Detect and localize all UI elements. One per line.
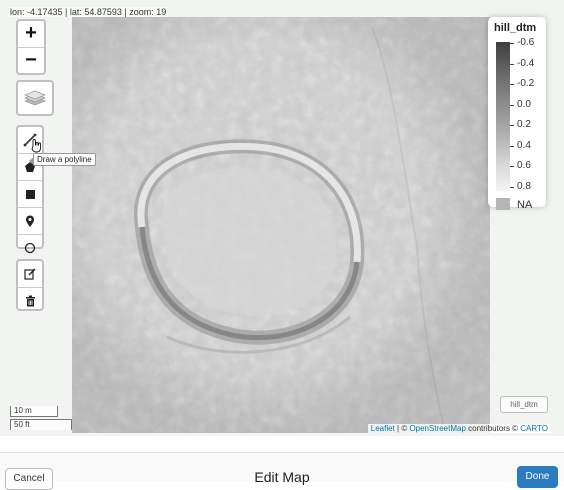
edit-toolbar xyxy=(16,259,44,311)
osm-link[interactable]: OpenStreetMap xyxy=(409,424,465,433)
delete-layers-button[interactable] xyxy=(18,288,42,314)
page-title: Edit Map xyxy=(254,469,310,485)
layers-button[interactable] xyxy=(16,80,54,116)
legend-gradient xyxy=(496,42,510,191)
draw-tooltip: Draw a polyline xyxy=(29,153,96,166)
map-canvas[interactable]: lon: -4.17435 | lat: 54.87593 | zoom: 19… xyxy=(0,0,564,436)
edit-icon xyxy=(24,268,36,280)
legend-label: 0.6 xyxy=(517,160,531,172)
legend-tick xyxy=(510,187,514,188)
zoom-in-button[interactable]: + xyxy=(18,21,44,47)
legend-label: -0.2 xyxy=(517,78,535,90)
zoom-control: + − xyxy=(16,19,46,75)
carto-link[interactable]: CARTO xyxy=(520,424,548,433)
legend-title: hill_dtm xyxy=(494,22,537,34)
draw-circle-button[interactable] xyxy=(18,235,42,261)
coordinates-readout: lon: -4.17435 | lat: 54.87593 | zoom: 19 xyxy=(8,7,169,17)
legend-tick xyxy=(510,63,514,65)
legend-label: -0.6 xyxy=(517,37,535,48)
scale-bar-metric: 10 m xyxy=(10,406,58,417)
done-button[interactable]: Done xyxy=(517,466,558,488)
layers-icon xyxy=(24,90,46,106)
edit-layers-button[interactable] xyxy=(18,261,42,288)
mouse-cursor-icon xyxy=(31,139,41,153)
attribution-contributors: contributors © xyxy=(465,424,521,433)
legend-label: 0.8 xyxy=(517,181,531,192)
legend-tick xyxy=(510,125,514,127)
layer-toggle-button[interactable]: hill_dtm xyxy=(500,396,548,413)
legend-na-label: NA xyxy=(517,199,533,211)
scale-bar-imperial: 50 ft xyxy=(10,419,72,430)
leaflet-link[interactable]: Leaflet xyxy=(371,424,395,433)
circle-icon xyxy=(24,242,36,254)
legend-na-swatch xyxy=(496,198,510,210)
rectangle-icon xyxy=(25,189,35,199)
trash-icon xyxy=(25,295,35,307)
legend-label: -0.4 xyxy=(517,57,535,69)
attribution-separator: | © xyxy=(394,424,410,433)
legend: hill_dtm -0.6 -0.4 -0.2 0.0 0.2 0.4 0.6 0.8 NA xyxy=(488,17,546,211)
draw-marker-button[interactable] xyxy=(18,208,42,235)
legend-label: 0.4 xyxy=(517,139,531,151)
legend-label: 0.2 xyxy=(517,119,531,131)
hillshade-raster xyxy=(72,17,490,433)
legend-tick xyxy=(510,104,514,106)
legend-tick xyxy=(510,166,514,168)
legend-tick xyxy=(510,145,514,147)
legend-label: 0.0 xyxy=(517,98,531,110)
legend-tick xyxy=(510,84,514,86)
zoom-out-button[interactable]: − xyxy=(18,47,44,74)
marker-icon xyxy=(26,215,34,227)
draw-rectangle-button[interactable] xyxy=(18,181,42,208)
legend-tick xyxy=(510,43,514,44)
attribution: Leaflet | © OpenStreetMap contributors ©… xyxy=(367,424,551,433)
